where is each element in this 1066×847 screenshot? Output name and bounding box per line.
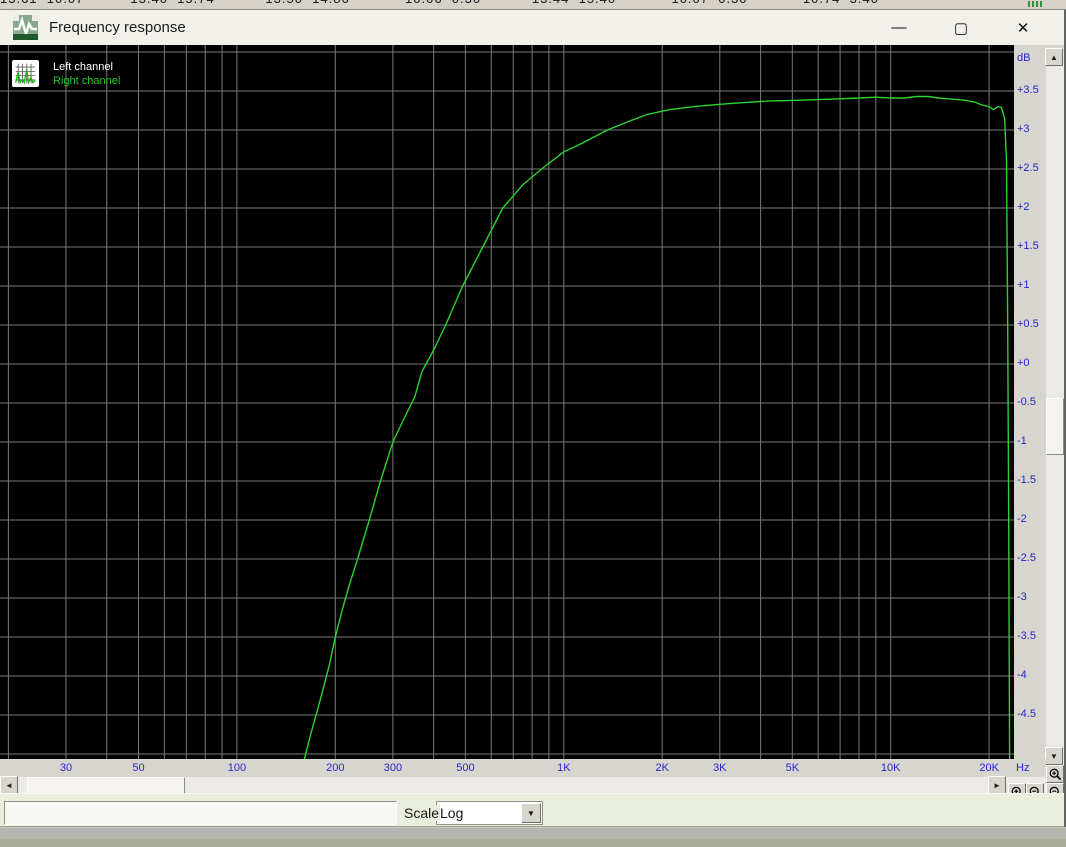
scroll-right-button[interactable]: ► bbox=[988, 776, 1006, 794]
vertical-scrollbar-thumb[interactable] bbox=[1046, 398, 1064, 455]
maximize-button[interactable]: ▢ bbox=[930, 10, 992, 45]
scroll-down-button[interactable]: ▼ bbox=[1045, 747, 1063, 765]
footer-panel: Scale Log ▼ bbox=[0, 793, 1064, 827]
lower-gray-strip bbox=[0, 827, 1066, 839]
footer-status-field bbox=[4, 801, 397, 825]
vertical-scrollbar[interactable]: ▲ ▼ bbox=[1045, 48, 1064, 765]
x-tick-label: 200 bbox=[326, 762, 345, 774]
legend-left-channel: Left channel bbox=[53, 61, 113, 73]
horizontal-scrollbar[interactable]: ◄ ► bbox=[0, 776, 1046, 794]
x-axis: 30 50 100 200 300 500 1K 2K 3K 5K 10K 20K Hz bbox=[0, 759, 1046, 777]
y-tick-label: -1 bbox=[1017, 435, 1027, 447]
plot-canvas bbox=[0, 45, 1014, 762]
x-tick-label: 30 bbox=[59, 762, 73, 774]
y-tick-label: -3.5 bbox=[1017, 630, 1036, 642]
scroll-left-button[interactable]: ◄ bbox=[0, 776, 18, 794]
y-tick-label: -3 bbox=[1017, 591, 1027, 603]
y-zoom-in-button[interactable] bbox=[1046, 765, 1064, 783]
x-tick-label: 5K bbox=[785, 762, 800, 774]
background-window-sliver: 13.61 10.07 13.40 15.74 13.50 14.86 10.0… bbox=[0, 0, 1066, 10]
y-tick-label: -4 bbox=[1017, 669, 1027, 681]
window-title: Frequency response bbox=[49, 19, 186, 36]
y-tick-label: -4.5 bbox=[1017, 708, 1036, 720]
magnifier-plus-icon bbox=[1049, 768, 1061, 780]
spectrum-thumbnail-icon bbox=[12, 60, 39, 87]
background-mini-icon bbox=[1028, 1, 1042, 7]
y-tick-label: -0.5 bbox=[1017, 396, 1036, 408]
x-tick-label: 1K bbox=[557, 762, 571, 774]
y-tick-label: -2.5 bbox=[1017, 552, 1036, 564]
y-tick-label: -2 bbox=[1017, 513, 1027, 525]
x-tick-label: 100 bbox=[227, 762, 247, 774]
frequency-response-plot[interactable]: Left channel Right channel bbox=[0, 45, 1014, 762]
screen: 13.61 10.07 13.40 15.74 13.50 14.86 10.0… bbox=[0, 0, 1066, 847]
scroll-up-button[interactable]: ▲ bbox=[1045, 48, 1063, 66]
y-tick-label: +2.5 bbox=[1017, 162, 1039, 174]
minimize-button[interactable]: — bbox=[868, 10, 930, 45]
titlebar[interactable]: Frequency response — ▢ ✕ bbox=[0, 10, 1064, 45]
y-tick-label: +2 bbox=[1017, 201, 1030, 213]
y-tick-label: +3 bbox=[1017, 123, 1030, 135]
y-tick-label: +1 bbox=[1017, 279, 1030, 291]
x-tick-label: 50 bbox=[132, 762, 145, 774]
x-tick-label: 10K bbox=[880, 762, 901, 774]
close-button[interactable]: ✕ bbox=[992, 10, 1054, 45]
y-tick-label: +0 bbox=[1017, 357, 1030, 369]
legend-right-channel: Right channel bbox=[53, 75, 121, 87]
background-window-clipped-numbers: 13.61 10.07 13.40 15.74 13.50 14.86 10.0… bbox=[0, 0, 1066, 6]
x-axis-unit: Hz bbox=[1016, 762, 1030, 774]
x-tick-label: 300 bbox=[383, 762, 403, 774]
x-tick-label: 2K bbox=[655, 762, 669, 774]
x-tick-label: 500 bbox=[456, 762, 475, 774]
combobox-dropdown-arrow-icon[interactable]: ▼ bbox=[521, 803, 541, 823]
app-waveform-icon bbox=[13, 15, 38, 40]
horizontal-scrollbar-thumb[interactable] bbox=[27, 777, 185, 794]
scale-combobox[interactable]: Log ▼ bbox=[436, 801, 543, 825]
y-tick-label: +0.5 bbox=[1017, 318, 1039, 330]
scale-label: Scale bbox=[404, 805, 441, 821]
curve-right-channel bbox=[303, 95, 1011, 762]
window-controls: — ▢ ✕ bbox=[868, 10, 1054, 45]
y-tick-label: -1.5 bbox=[1017, 474, 1036, 486]
desktop-area bbox=[0, 839, 1066, 847]
y-tick-label: +1.5 bbox=[1017, 240, 1039, 252]
legend: Left channel Right channel bbox=[12, 60, 120, 88]
y-axis: dB +3.5 +3 +2.5 +2 +1.5 +1 +0.5 +0 -0.5 -1 -1.5 -2 -… bbox=[1014, 45, 1046, 776]
y-tick-label: +3.5 bbox=[1017, 84, 1039, 96]
x-tick-label: 20K bbox=[979, 762, 999, 774]
frequency-response-window: Frequency response — ▢ ✕ Left channel Ri… bbox=[0, 10, 1066, 847]
y-axis-unit: dB bbox=[1017, 52, 1031, 64]
scale-combobox-value: Log bbox=[440, 805, 464, 821]
x-tick-label: 3K bbox=[713, 762, 727, 774]
